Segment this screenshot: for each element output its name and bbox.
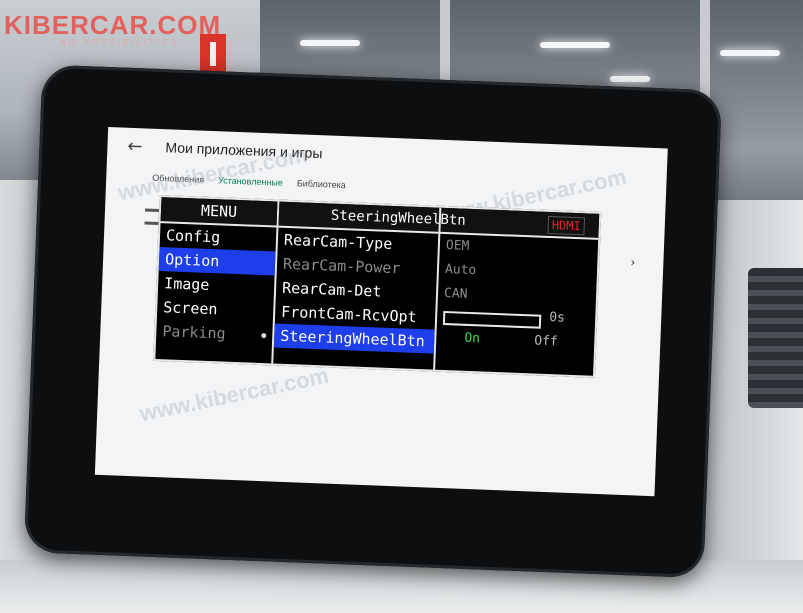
ceiling-light [720, 50, 780, 56]
delay-value: 0s [548, 310, 566, 326]
chevron-right-icon[interactable]: › [630, 255, 635, 269]
steering-off-option[interactable]: Off [534, 334, 558, 350]
tab-library[interactable]: Библиотека [297, 178, 346, 190]
indicator-dot-icon [261, 333, 267, 339]
ceiling-light [540, 42, 610, 48]
delay-bar[interactable] [442, 310, 542, 329]
list-icon [144, 208, 160, 225]
values-column: OEM Auto CAN 0s On Off [435, 208, 599, 376]
steering-toggle[interactable]: On Off [436, 330, 595, 360]
menu-item-parking[interactable]: Parking [156, 319, 273, 347]
watermark-tagline: NO POSSIBILITIES [60, 38, 179, 47]
option-item-steeringwheelbtn[interactable]: SteeringWheelBtn [273, 323, 435, 354]
osd-settings-menu: MENU Config Option Image Screen Parking Stee… [153, 195, 602, 378]
options-column: RearCam-Type RearCam-Power RearCam-Det Fron… [273, 201, 442, 370]
watermark-logo: KIBERCAR.COM [4, 10, 222, 40]
ceiling-light [300, 40, 360, 46]
air-vent [748, 268, 803, 408]
back-arrow-icon[interactable]: ← [127, 136, 143, 158]
touch-screen[interactable]: ← Мои приложения и игры Обновления Устан… [94, 126, 668, 497]
menu-column: MENU Config Option Image Screen Parking [155, 197, 280, 364]
head-unit-bezel: ← Мои приложения и игры Обновления Устан… [23, 64, 723, 579]
steering-on-option[interactable]: On [464, 331, 480, 347]
watermark-overlay: www.kibercar.com [137, 362, 331, 427]
ceiling-light [610, 76, 650, 82]
